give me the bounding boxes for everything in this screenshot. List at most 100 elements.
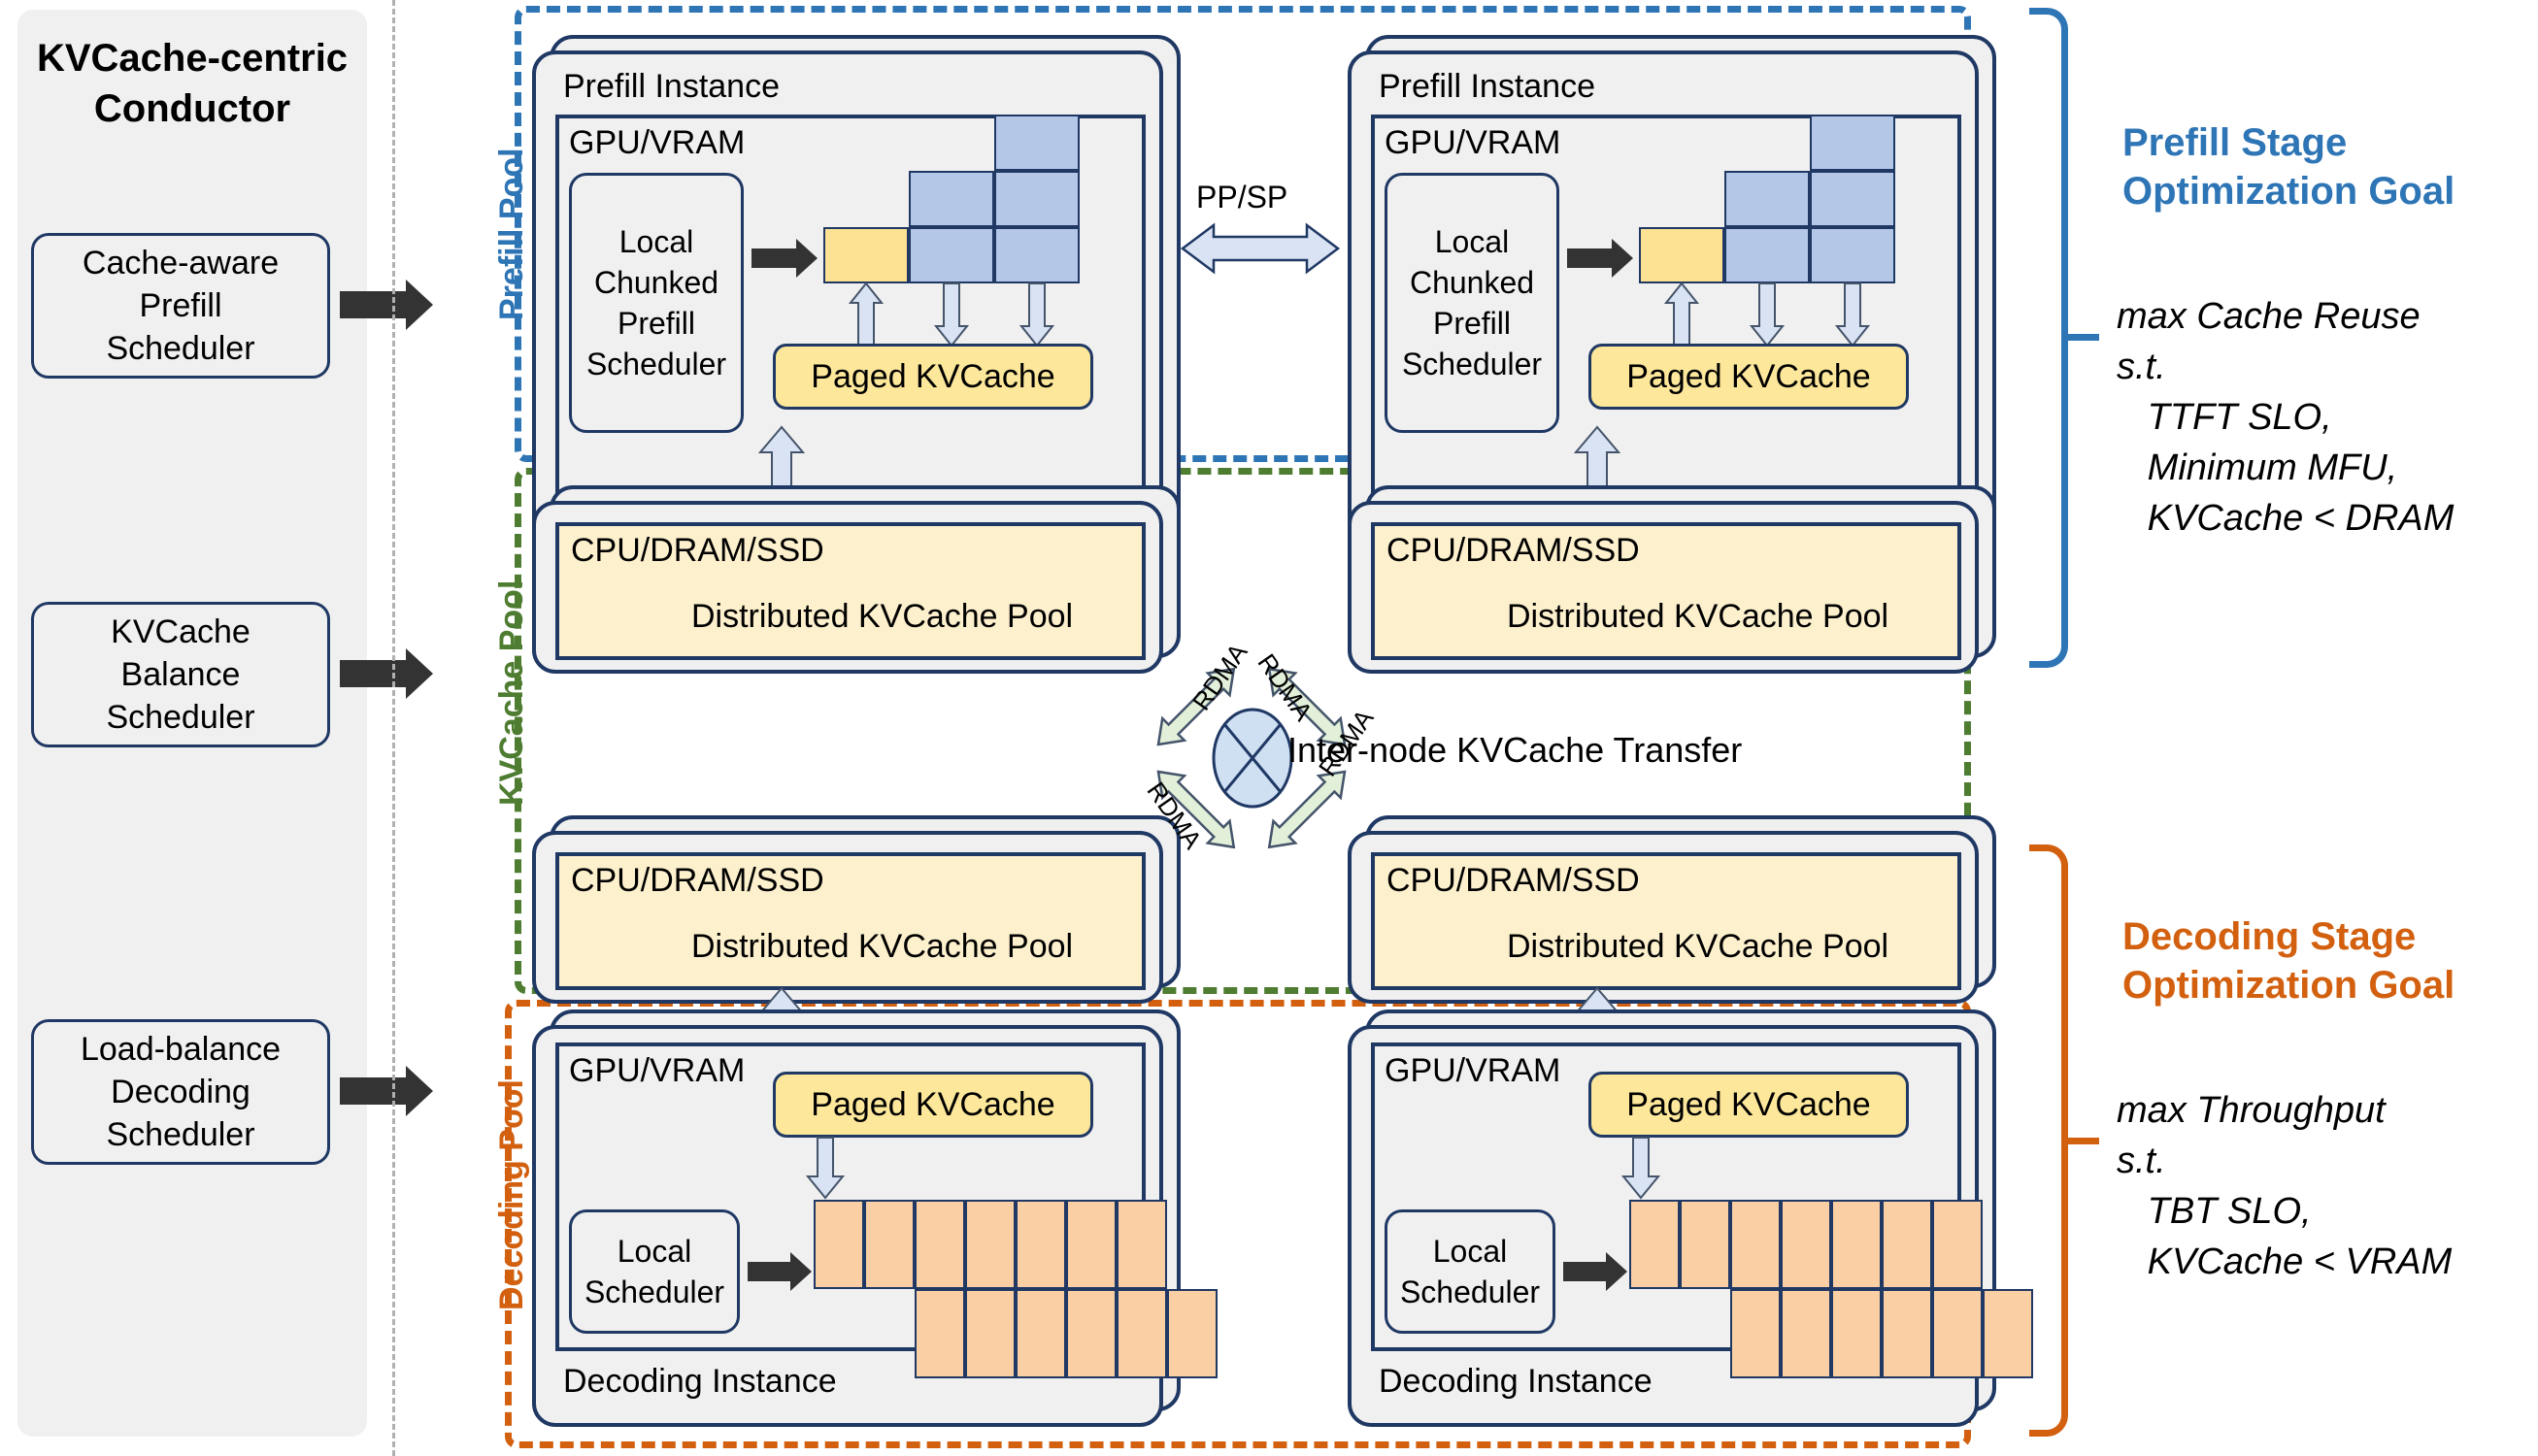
decoding-block-cell: [1016, 1289, 1066, 1378]
scheduler-label: Load-balance Decoding Scheduler: [80, 1031, 282, 1153]
decoding-goal-title: Decoding Stage Optimization Goal: [2122, 915, 2455, 1007]
local-scheduler-label: Local Scheduler: [584, 1234, 725, 1309]
local-scheduler-box-decoding-right[interactable]: Local Scheduler: [1385, 1209, 1555, 1334]
decoding-block-cell: [1117, 1200, 1167, 1289]
decoding-block-cell: [1882, 1200, 1932, 1289]
decoding-block-cell: [1167, 1289, 1218, 1378]
decoding-stage-bracket: [2029, 844, 2068, 1437]
cache-to-blocks-arrow-left: [805, 1137, 846, 1200]
paged-kvcache-box-decoding-right[interactable]: Paged KVCache: [1588, 1072, 1909, 1138]
decoding-block-cell: [1781, 1200, 1831, 1289]
paged-kvcache-box-prefill-left[interactable]: Paged KVCache: [773, 344, 1093, 410]
paged-kvcache-label: Paged KVCache: [1626, 357, 1871, 395]
gpu-vram-label: GPU/VRAM: [1385, 1052, 1561, 1089]
gpu-vram-label: GPU/VRAM: [569, 1052, 746, 1089]
cache-to-blocks-arrow-right: [1620, 1137, 1661, 1200]
pp-sp-label: PP/SP: [1196, 180, 1288, 215]
decoding-block-cell: [1066, 1200, 1117, 1289]
inter-node-kvcache-transfer-label: Inter-node KVCache Transfer: [1287, 730, 1743, 770]
sidebar-item-kvcache-balance-scheduler[interactable]: KVCache Balance Scheduler: [31, 602, 330, 747]
prefill-block-cell: [994, 227, 1080, 283]
conductor-title: KVCache-centric Conductor: [36, 37, 349, 130]
local-scheduler-label: Local Chunked Prefill Scheduler: [1401, 224, 1543, 381]
decoding-block-cell: [1629, 1200, 1680, 1289]
scheduler-label: Cache-aware Prefill Scheduler: [82, 245, 280, 367]
prefill-pool-label: Prefill Pool: [493, 148, 530, 320]
vertical-divider: [392, 0, 395, 1456]
memory-node-decoding-left[interactable]: CPU/DRAM/SSD Distributed KVCache Pool: [532, 831, 1163, 1004]
pp-sp-arrow: [1180, 222, 1341, 275]
decoding-pool-label: Decoding Pool: [493, 1079, 530, 1310]
prefill-goal-title: Prefill Stage Optimization Goal: [2122, 121, 2455, 213]
cpu-dram-ssd-label: CPU/DRAM/SSD: [571, 862, 824, 899]
decoding-instance-title: Decoding Instance: [1379, 1363, 1653, 1400]
decoding-block-cell: [915, 1289, 965, 1378]
prefill-block-cell: [823, 227, 909, 283]
cpu-dram-ssd-label: CPU/DRAM/SSD: [571, 532, 824, 569]
decoding-block-cell: [965, 1200, 1016, 1289]
arrow-scheduler-to-blocks-decoding-right: [1563, 1252, 1627, 1291]
decoding-node-left[interactable]: GPU/VRAM Paged KVCache Local Scheduler D…: [532, 1025, 1218, 1427]
arrow-decoding-scheduler-to-pool: [340, 1066, 433, 1116]
gpu-vram-label: GPU/VRAM: [569, 124, 746, 161]
decoding-block-cell: [1016, 1200, 1066, 1289]
prefill-block-cell: [1810, 227, 1895, 283]
paged-kvcache-box-prefill-right[interactable]: Paged KVCache: [1588, 344, 1909, 410]
decoding-block-cell: [1882, 1289, 1932, 1378]
local-scheduler-box-decoding-left[interactable]: Local Scheduler: [569, 1209, 740, 1334]
decoding-goal-body: max Throughput s.t. TBT SLO, KVCache < V…: [2117, 1090, 2453, 1282]
local-scheduler-label: Local Chunked Prefill Scheduler: [585, 224, 727, 381]
decoding-block-cell: [1932, 1200, 1983, 1289]
local-scheduler-label: Local Scheduler: [1399, 1234, 1541, 1309]
prefill-block-cell: [994, 115, 1080, 171]
prefill-stage-bracket: [2029, 8, 2068, 668]
decoding-block-cell: [1831, 1289, 1882, 1378]
decoding-block-cell: [864, 1200, 915, 1289]
decoding-block-cell: [1680, 1200, 1730, 1289]
scheduler-label: KVCache Balance Scheduler: [106, 613, 255, 736]
prefill-block-cell: [1810, 171, 1895, 227]
sidebar-item-load-balance-decoding-scheduler[interactable]: Load-balance Decoding Scheduler: [31, 1019, 330, 1165]
arrow-scheduler-to-blocks-left: [751, 239, 818, 278]
prefill-goal-body: max Cache Reuse s.t. TTFT SLO, Minimum M…: [2117, 296, 2455, 539]
decoding-bracket-nub: [2066, 1138, 2099, 1144]
block-cache-arrows-right: [1663, 281, 1871, 347]
decoding-block-cell: [1932, 1289, 1983, 1378]
decoding-block-cell: [915, 1200, 965, 1289]
decoding-block-cell: [1730, 1289, 1781, 1378]
distributed-kvcache-pool-label: Distributed KVCache Pool: [1507, 598, 1889, 635]
decoding-block-cell: [1066, 1289, 1117, 1378]
memory-node-prefill-left[interactable]: CPU/DRAM/SSD Distributed KVCache Pool: [532, 501, 1163, 674]
prefill-block-cell: [1810, 115, 1895, 171]
cpu-dram-ssd-label: CPU/DRAM/SSD: [1386, 532, 1640, 569]
decoding-block-cell: [814, 1200, 864, 1289]
prefill-instance-title: Prefill Instance: [1379, 68, 1595, 105]
distributed-kvcache-pool-label: Distributed KVCache Pool: [691, 598, 1074, 635]
prefill-block-cell: [909, 227, 994, 283]
decoding-instance-title: Decoding Instance: [563, 1363, 837, 1400]
distributed-kvcache-pool-label: Distributed KVCache Pool: [1507, 928, 1889, 965]
gpu-vram-label: GPU/VRAM: [1385, 124, 1561, 161]
prefill-block-cell: [1724, 227, 1810, 283]
decoding-block-cell: [1117, 1289, 1167, 1378]
arrow-prefill-scheduler-to-pool: [340, 280, 433, 330]
prefill-block-cell: [994, 171, 1080, 227]
prefill-block-cell: [1639, 227, 1724, 283]
decoding-node-right[interactable]: GPU/VRAM Paged KVCache Local Scheduler D…: [1348, 1025, 2033, 1427]
sidebar-item-cache-aware-prefill-scheduler[interactable]: Cache-aware Prefill Scheduler: [31, 233, 330, 379]
paged-kvcache-box-decoding-left[interactable]: Paged KVCache: [773, 1072, 1093, 1138]
decoding-block-cell: [965, 1289, 1016, 1378]
prefill-block-cell: [1724, 171, 1810, 227]
local-chunked-prefill-scheduler-box-right[interactable]: Local Chunked Prefill Scheduler: [1385, 173, 1559, 433]
block-cache-arrows-left: [848, 281, 1055, 347]
paged-kvcache-label: Paged KVCache: [811, 357, 1055, 395]
prefill-instance-title: Prefill Instance: [563, 68, 780, 105]
kvcache-pool-label: KVCache Pool: [493, 579, 530, 806]
prefill-block-cell: [909, 171, 994, 227]
paged-kvcache-label: Paged KVCache: [811, 1085, 1055, 1123]
paged-kvcache-label: Paged KVCache: [1626, 1085, 1871, 1123]
local-chunked-prefill-scheduler-box-left[interactable]: Local Chunked Prefill Scheduler: [569, 173, 744, 433]
decoding-block-cell: [1983, 1289, 2033, 1378]
arrow-scheduler-to-blocks-decoding-left: [748, 1252, 812, 1291]
decoding-block-cell: [1831, 1200, 1882, 1289]
